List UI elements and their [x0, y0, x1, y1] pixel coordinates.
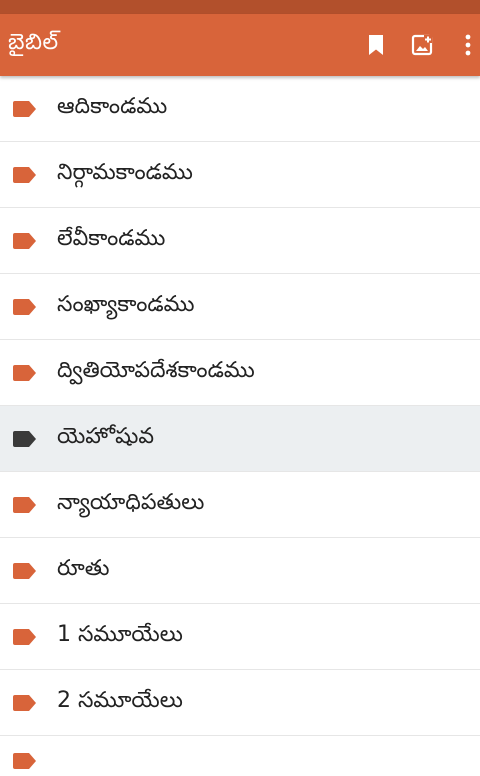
more-vert-icon: [465, 34, 471, 56]
bookmark-icon: [369, 35, 383, 55]
app-title: బైబిల్: [8, 30, 59, 55]
book-title: ఆదికాండము: [57, 93, 168, 119]
label-tag-icon: [13, 100, 37, 118]
book-title: ద్వితియోపదేశకాండము: [57, 357, 255, 383]
book-list-item[interactable]: న్యాయాధిపతులు: [0, 472, 480, 538]
book-list-item[interactable]: ఆదికాండము: [0, 76, 480, 142]
book-list-item[interactable]: సంఖ్యాకాండము: [0, 274, 480, 340]
book-title: న్యాయాధిపతులు: [57, 489, 205, 515]
label-tag-icon: [13, 298, 37, 316]
label-tag-icon: [13, 166, 37, 184]
label-tag-icon: [13, 496, 37, 514]
book-list: ఆదికాండము నిర్గామకాండము లేవీకాండము సంఖ్యాకా…: [0, 76, 480, 776]
label-tag-icon: [13, 694, 37, 712]
book-title: లేవీకాండము: [57, 225, 166, 251]
book-list-item[interactable]: 2 సమూయేలు: [0, 670, 480, 736]
status-bar: [0, 0, 480, 14]
book-list-item[interactable]: నిర్గామకాండము: [0, 142, 480, 208]
book-list-item[interactable]: లేవీకాండము: [0, 208, 480, 274]
book-list-item[interactable]: రూతు: [0, 538, 480, 604]
bookmark-button[interactable]: [364, 30, 388, 60]
book-list-item[interactable]: ద్వితియోపదేశకాండము: [0, 340, 480, 406]
label-tag-icon: [13, 752, 37, 770]
book-title: 2 సమూయేలు: [57, 687, 183, 713]
appbar-actions: [364, 30, 480, 60]
book-title: 1 సమూయేలు: [57, 621, 183, 647]
book-list-item[interactable]: యెహోషువ: [0, 406, 480, 472]
book-title: సంఖ్యాకాండము: [57, 291, 195, 317]
app-bar: బైబిల్: [0, 14, 480, 76]
book-title: యెహోషువ: [57, 423, 155, 449]
add-image-button[interactable]: [410, 30, 434, 60]
label-tag-icon: [13, 562, 37, 580]
label-tag-icon: [13, 430, 37, 448]
label-tag-icon: [13, 628, 37, 646]
book-title: నిర్గామకాండము: [57, 159, 193, 185]
label-tag-icon: [13, 364, 37, 382]
book-list-item-partial[interactable]: [0, 736, 480, 776]
image-add-icon: [411, 34, 433, 56]
overflow-menu-button[interactable]: [456, 30, 480, 60]
book-list-item[interactable]: 1 సమూయేలు: [0, 604, 480, 670]
book-title: రూతు: [57, 555, 110, 581]
label-tag-icon: [13, 232, 37, 250]
